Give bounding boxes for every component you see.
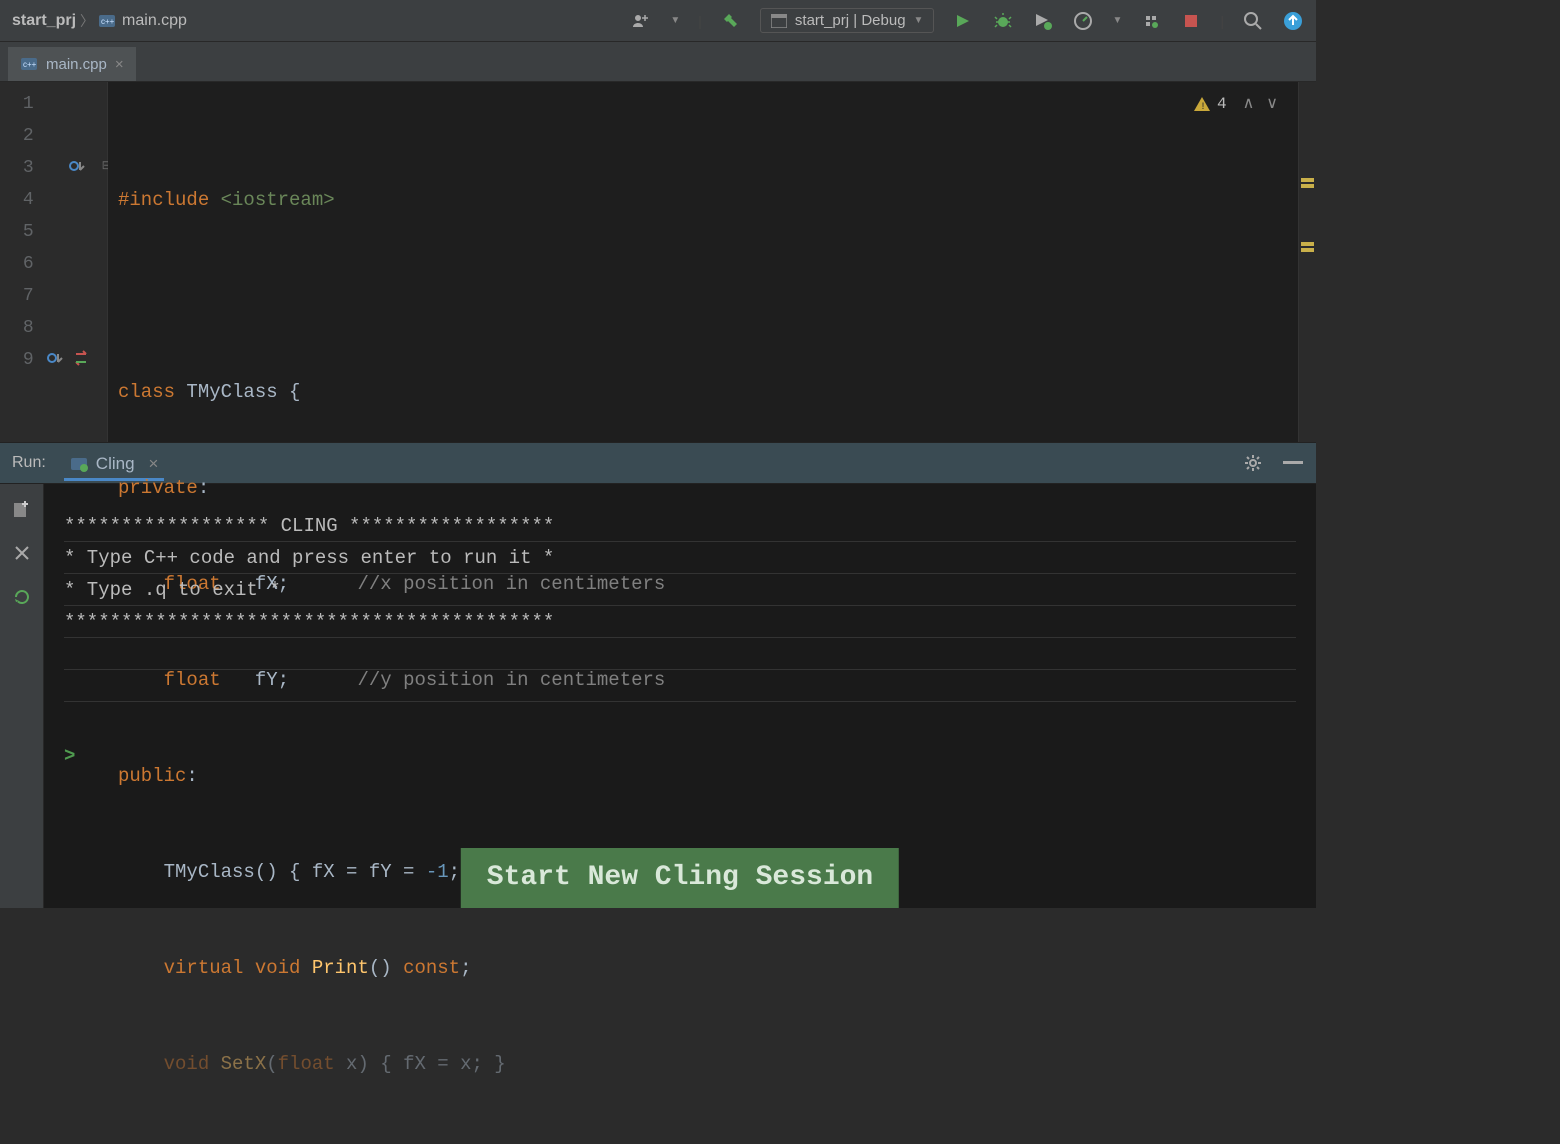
close-icon[interactable] [11,542,33,564]
tab-label: main.cpp [46,56,107,73]
console-line: ****************************************… [64,606,1296,638]
console-line: ****************** CLING ***************… [64,510,1296,542]
console-line [64,638,1296,670]
breadcrumb-project[interactable]: start_prj [12,12,76,30]
toolbar-actions: ▼ | start_prj | Debug ▼ ▼ | [630,8,1304,33]
console-line: * Type .q to exit * [64,574,1296,606]
line-numbers: 1 2 3 4 5 6 7 8 9 [0,88,40,376]
run-configuration-selector[interactable]: start_prj | Debug ▼ [760,8,935,33]
chevron-down-icon[interactable]: ▼ [670,15,680,26]
cpp-file-icon [70,455,88,473]
chevron-down-icon[interactable]: ▼ [1112,15,1122,26]
override-icon[interactable] [46,350,66,370]
update-icon[interactable] [1282,10,1304,32]
profile-icon[interactable] [1072,10,1094,32]
chevron-up-icon[interactable]: ∧ [1243,88,1255,120]
console-prompt[interactable]: > [64,740,1296,772]
build-hammer-icon[interactable] [720,10,742,32]
editor-tab-main-cpp[interactable]: c++ main.cpp × [8,47,136,81]
warning-count: 4 [1217,88,1227,120]
new-session-icon[interactable] [11,498,33,520]
main-toolbar: start_prj 〉 c++ main.cpp ▼ | start_prj |… [0,0,1316,42]
coverage-icon[interactable] [1032,10,1054,32]
attach-icon[interactable] [1140,10,1162,32]
run-config-label: start_prj | Debug [795,12,906,29]
run-panel-label: Run: [12,454,46,472]
chevron-down-icon: ▼ [914,15,924,26]
start-session-banner: Start New Cling Session [461,848,899,908]
add-user-icon[interactable] [630,10,652,32]
rerun-icon[interactable] [11,586,33,608]
chevron-down-icon[interactable]: ∨ [1266,88,1278,120]
svg-text:!: ! [1200,102,1206,113]
svg-text:c++: c++ [23,60,37,69]
run-play-icon[interactable] [952,10,974,32]
close-icon[interactable]: × [115,56,124,73]
warning-icon: ! [1193,95,1211,113]
console-line [64,670,1296,702]
stop-icon[interactable] [1180,10,1202,32]
diff-icon[interactable] [74,350,94,370]
svg-text:c++: c++ [101,17,115,26]
recursive-icon[interactable] [68,158,88,178]
breadcrumb-file-label: main.cpp [122,12,187,30]
console-line: * Type C++ code and press enter to run i… [64,542,1296,574]
editor-gutter: 1 2 3 4 5 6 7 8 9 ⊟ [0,82,108,442]
search-icon[interactable] [1242,10,1264,32]
breadcrumb: start_prj 〉 c++ main.cpp [12,11,630,31]
debug-bug-icon[interactable] [992,10,1014,32]
warnings-badge[interactable]: ! 4 ∧ ∨ [1193,88,1278,120]
run-panel-toolbar [0,484,44,908]
cling-console[interactable]: ****************** CLING ***************… [44,484,1316,908]
editor-tab-bar: c++ main.cpp × [0,42,1316,82]
editor-marker-strip[interactable] [1298,82,1316,442]
run-panel-body: ****************** CLING ***************… [0,484,1316,908]
window-icon [771,14,787,28]
breadcrumb-file[interactable]: c++ main.cpp [98,12,187,30]
code-area[interactable]: ! 4 ∧ ∨ #include <iostream> class TMyCla… [108,82,1298,442]
cpp-file-icon: c++ [20,55,38,73]
cpp-file-icon: c++ [98,12,116,30]
code-editor: 1 2 3 4 5 6 7 8 9 ⊟ [0,82,1316,442]
chevron-right-icon: 〉 [80,11,94,31]
